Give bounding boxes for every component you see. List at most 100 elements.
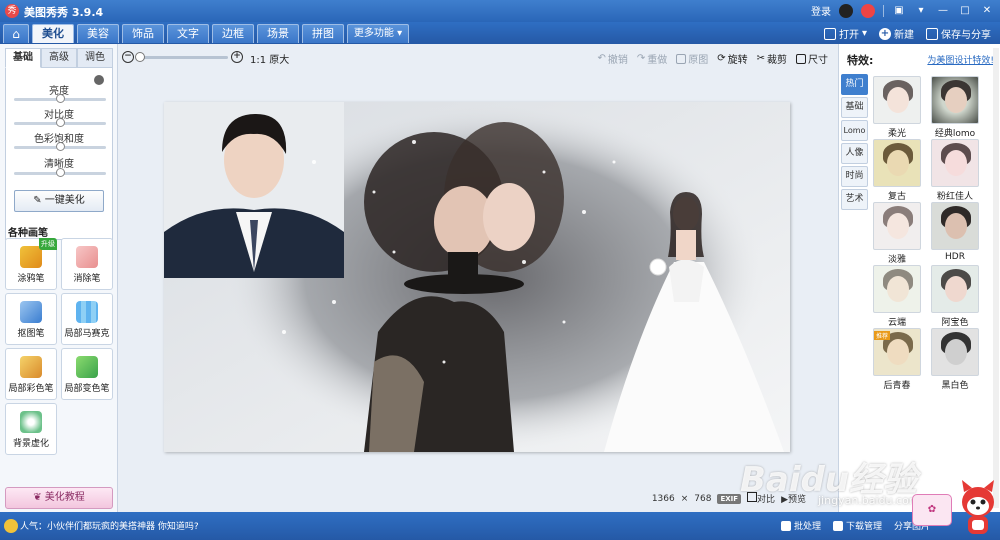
open-button[interactable]: 打开 ▾ [821,25,870,42]
fx-category-fashion[interactable]: 时尚 [841,166,868,187]
saturation-slider[interactable] [14,142,106,151]
scissors-icon: ✂ [756,53,765,64]
color-brush-label: 局部彩色笔 [8,384,54,394]
open-dropdown-icon[interactable]: ▾ [862,28,867,39]
qq-icon[interactable] [839,3,853,18]
main-tab-row: ⌂ 美化 美容 饰品 文字 边框 场景 拼图 更多功能 ▾ 打开 ▾ + 新建 … [0,22,1000,44]
new-button[interactable]: + 新建 [876,25,917,42]
rotate-button[interactable]: ⟳ 旋转 [717,51,747,66]
fx-category-lomo[interactable]: Lomo [841,120,868,141]
original-image-button[interactable]: 原图 [676,51,708,66]
canvas-toolbar: − + 1:1 原大 ↶ 撤销 ↷ 重做 原图 ⟳ 旋转 ✂ 裁剪 尺寸 [118,44,836,70]
sharpness-slider[interactable] [14,168,106,177]
mascot-badge-icon[interactable]: ✿ [912,494,952,526]
exif-button[interactable]: EXIF [717,493,742,504]
effect-thumbnail [931,202,979,250]
effect-black-white[interactable]: 黑白色 [929,328,981,391]
effect-elegant[interactable]: 淡雅 [871,202,923,265]
sharpness-slider-thumb[interactable] [56,168,65,177]
login-link[interactable]: 登录 [811,3,831,18]
recolor-brush-button[interactable]: 局部变色笔 [61,348,113,400]
brightness-slider[interactable] [14,94,106,103]
effect-soft-light[interactable]: 柔光 [871,76,923,139]
effect-classic-lomo[interactable]: 经典lomo [929,76,981,139]
subtab-color[interactable]: 调色 [77,48,113,68]
speaker-icon [4,519,18,533]
tab-beautify[interactable]: 美化 [32,24,74,43]
effects-panel: 特效: 为美图设计特效! 热门 基础 Lomo 人像 时尚 艺术 柔光 经典lo… [838,44,1000,512]
tab-text[interactable]: 文字 [167,24,209,43]
maximize-button[interactable]: □ [958,4,972,18]
weibo-icon[interactable] [861,3,875,18]
download-manager-button[interactable]: 下载管理 [832,519,882,532]
cutout-brush-button[interactable]: 抠图笔 [5,293,57,345]
subtab-basic[interactable]: 基础 [5,48,41,68]
zoom-slider-thumb[interactable] [135,52,145,62]
cutout-brush-label: 抠图笔 [17,329,45,339]
tab-accessory[interactable]: 饰品 [122,24,164,43]
mosaic-brush-button[interactable]: 局部马赛克 [61,293,113,345]
plus-icon: + [879,27,891,40]
effect-thumbnail [873,265,921,313]
crop-button[interactable]: ✂ 裁剪 [757,51,787,66]
effect-abao-color[interactable]: 阿宝色 [929,265,981,328]
effect-youth[interactable]: 推荐 后青春 [871,328,923,391]
tab-more[interactable]: 更多功能 ▾ [347,24,409,43]
menu-icon[interactable]: ▾ [914,4,928,18]
batch-label: 批处理 [793,522,821,532]
effect-hdr[interactable]: HDR [929,202,981,262]
saturation-slider-thumb[interactable] [56,142,65,151]
brightness-slider-thumb[interactable] [56,94,65,103]
undo-button[interactable]: ↶ 撤销 [597,51,627,66]
resize-button[interactable]: 尺寸 [796,51,828,66]
batch-process-button[interactable]: 批处理 [780,519,821,532]
close-button[interactable]: ✕ [980,4,994,18]
undo-label: 撤销 [607,55,628,66]
effect-cloud[interactable]: 云端 [871,265,923,328]
effect-vintage[interactable]: 复古 [871,139,923,202]
minimize-button[interactable]: — [936,4,950,18]
effects-scrollbar[interactable] [993,48,999,508]
effect-thumbnail [931,139,979,187]
subtab-advanced[interactable]: 高级 [41,48,77,68]
design-effects-link[interactable]: 为美图设计特效! [927,53,994,66]
eraser-brush-button[interactable]: 消除笔 [61,238,113,290]
background-blur-button[interactable]: 背景虚化 [5,403,57,455]
fx-category-art[interactable]: 艺术 [841,189,868,210]
color-brush-button[interactable]: 局部彩色笔 [5,348,57,400]
fx-category-basic[interactable]: 基础 [841,97,868,118]
effects-title: 特效: [847,54,874,67]
blur-icon [20,411,42,433]
recommend-badge: 推荐 [874,331,891,340]
status-message[interactable]: 人气：小伙伴们都玩疯的美搭神器 你知道吗? [20,519,199,532]
zoom-slider[interactable] [140,56,228,59]
tab-scene[interactable]: 场景 [257,24,299,43]
contrast-slider[interactable] [14,118,106,127]
image-height: 768 [694,493,712,504]
edited-photo[interactable] [164,102,790,452]
download-icon [832,520,843,531]
skin-icon[interactable]: ▣ [892,4,906,18]
beautify-tutorial-button[interactable]: ❦ 美化教程 [5,487,113,509]
contrast-slider-thumb[interactable] [56,118,65,127]
doodle-brush-button[interactable]: 涂鸦笔 升级 [5,238,57,290]
redo-button[interactable]: ↷ 重做 [637,51,667,66]
one-click-beautify-button[interactable]: ✎ 一键美化 [14,190,104,212]
resize-label: 尺寸 [808,55,828,66]
fx-category-portrait[interactable]: 人像 [841,143,868,164]
tutorial-icon: ❦ [33,492,45,503]
tab-collage[interactable]: 拼图 [302,24,344,43]
fx-category-hot[interactable]: 热门 [841,74,868,95]
zoom-in-icon[interactable]: + [231,51,243,63]
effect-label: 柔光 [887,129,906,139]
tab-home[interactable]: ⌂ [3,24,29,43]
effect-pink-lady[interactable]: 粉红佳人 [929,139,981,202]
open-label: 打开 [838,30,859,41]
original-size-button[interactable]: 1:1 原大 [250,51,289,66]
tab-beauty[interactable]: 美容 [77,24,119,43]
mosaic-icon [76,301,98,323]
tab-border[interactable]: 边框 [212,24,254,43]
original-image-icon [676,53,687,64]
zoom-out-icon[interactable]: − [122,51,134,63]
save-share-button[interactable]: 保存与分享 [923,25,994,42]
